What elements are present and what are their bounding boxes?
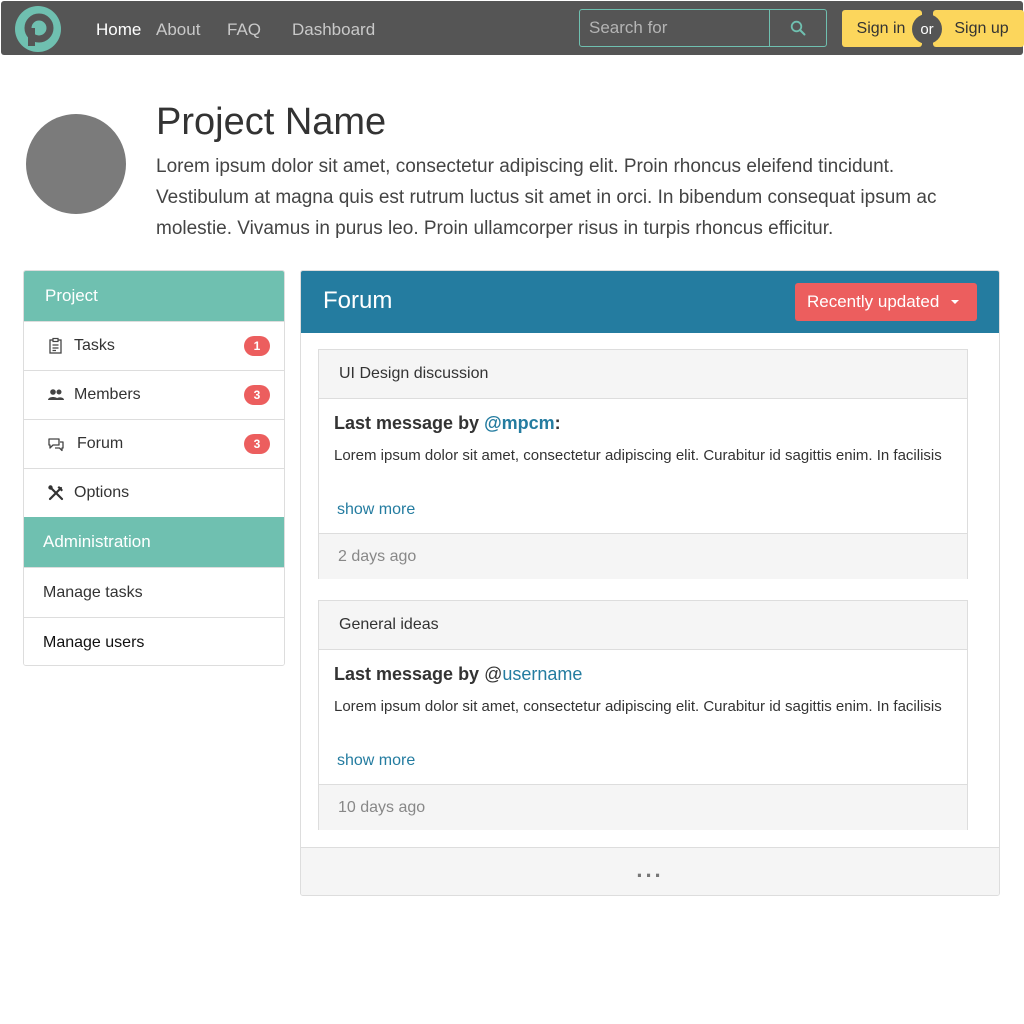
more-dots-icon: ... — [636, 856, 664, 882]
forum-header: Forum Recently updated — [301, 271, 999, 333]
search-input[interactable] — [580, 10, 770, 46]
forum-title: Forum — [323, 287, 393, 314]
sidebar-project-header: Project — [24, 271, 284, 321]
topic-title[interactable]: General ideas — [319, 601, 967, 650]
members-count-badge: 3 — [244, 385, 270, 405]
or-divider: or — [912, 14, 942, 44]
last-message-prefix: Last message by — [334, 664, 485, 684]
nav-dashboard-link[interactable]: Dashboard — [292, 20, 375, 40]
show-more-link[interactable]: show more — [337, 501, 415, 519]
sidebar-item-label: Members — [74, 386, 141, 403]
topic-timestamp: 2 days ago — [319, 533, 967, 579]
sidebar-item-manage-users[interactable]: Manage users — [24, 617, 284, 665]
project-title: Project Name — [156, 101, 387, 143]
forum-panel: Forum Recently updated UI Design discuss… — [300, 270, 1000, 896]
last-message-line: Last message by @username — [334, 664, 582, 685]
show-more-link[interactable]: show more — [337, 752, 415, 770]
navbar: Home About FAQ Dashboard Sign in Sign up… — [1, 1, 1024, 55]
tools-icon — [48, 485, 64, 501]
caret-down-icon — [951, 300, 959, 304]
tasks-count-badge: 1 — [244, 336, 270, 356]
nav-about-link[interactable]: About — [156, 20, 200, 40]
sidebar-item-options[interactable]: Options — [24, 468, 284, 517]
message-snippet: Lorem ipsum dolor sit amet, consectetur … — [334, 698, 942, 715]
topic-body: Last message by @username Lorem ipsum do… — [319, 650, 967, 784]
user-mention[interactable]: username — [502, 664, 582, 684]
user-mention[interactable]: @mpcm — [484, 413, 555, 433]
sidebar-item-label: Tasks — [74, 337, 115, 354]
sidebar-item-tasks[interactable]: Tasks 1 — [24, 321, 284, 370]
sidebar-item-label: Forum — [77, 435, 124, 452]
clipboard-icon — [49, 337, 62, 354]
message-snippet: Lorem ipsum dolor sit amet, consectetur … — [334, 447, 942, 464]
topic-title[interactable]: UI Design discussion — [319, 350, 967, 399]
mention-suffix: : — [554, 413, 561, 433]
sidebar: Project Tasks 1 Members 3 Forum 3 Option… — [23, 270, 285, 666]
nav-faq-link[interactable]: FAQ — [227, 20, 261, 40]
signup-button[interactable]: Sign up — [933, 10, 1024, 47]
logo-icon[interactable] — [15, 6, 61, 52]
sidebar-item-members[interactable]: Members 3 — [24, 370, 284, 419]
search-button[interactable] — [770, 10, 826, 46]
forum-topic: UI Design discussion Last message by @mp… — [318, 349, 968, 579]
load-more-button[interactable]: ... — [301, 847, 999, 895]
users-icon — [48, 389, 64, 400]
signin-button[interactable]: Sign in — [842, 10, 922, 47]
auth-buttons: Sign in Sign up or — [842, 10, 1024, 47]
chat-icon — [48, 438, 64, 452]
forum-count-badge: 3 — [244, 434, 270, 454]
sidebar-item-forum[interactable]: Forum 3 — [24, 419, 284, 468]
sort-dropdown[interactable]: Recently updated — [795, 283, 977, 321]
sort-dropdown-label: Recently updated — [807, 292, 940, 311]
last-message-line: Last message by @mpcm: — [334, 413, 561, 434]
last-message-prefix: Last message by — [334, 413, 485, 433]
search-form — [579, 9, 827, 47]
topic-body: Last message by @mpcm: Lorem ipsum dolor… — [319, 399, 967, 533]
sidebar-item-manage-tasks[interactable]: Manage tasks — [24, 567, 284, 617]
at-sign: @ — [484, 664, 503, 684]
sidebar-item-label: Options — [74, 484, 130, 501]
sidebar-admin-header: Administration — [24, 517, 284, 567]
topic-timestamp: 10 days ago — [319, 784, 967, 830]
nav-home-link[interactable]: Home — [96, 20, 141, 40]
project-description: Lorem ipsum dolor sit amet, consectetur … — [156, 156, 937, 239]
forum-topic: General ideas Last message by @username … — [318, 600, 968, 830]
project-avatar — [26, 114, 126, 214]
search-icon — [790, 20, 806, 36]
